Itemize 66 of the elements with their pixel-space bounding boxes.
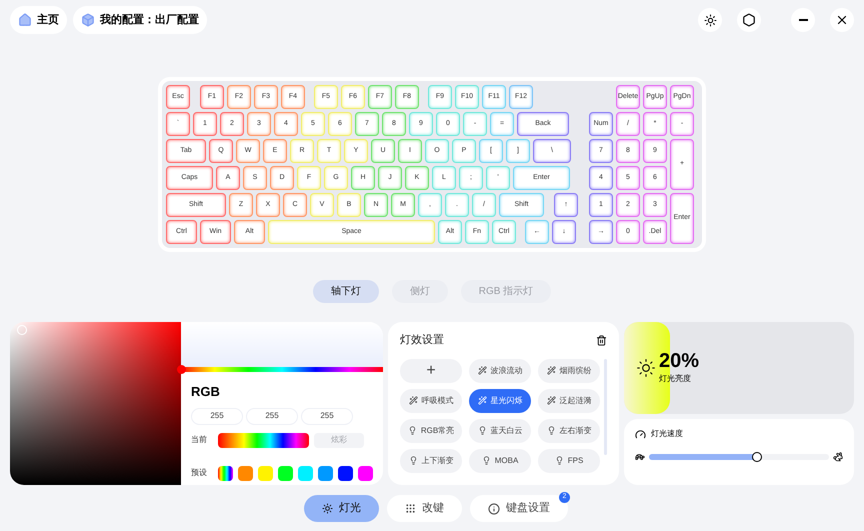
profile-button[interactable]: 我的配置：出厂配置 xyxy=(73,6,207,34)
picker-handle[interactable] xyxy=(17,325,27,335)
minimize-button[interactable] xyxy=(791,8,815,32)
effect-button[interactable]: + xyxy=(400,358,462,382)
settings-button[interactable] xyxy=(737,8,761,32)
minimize-icon xyxy=(798,19,808,21)
wand-icon xyxy=(478,396,486,405)
effect-button[interactable]: 烟雨缤纷 xyxy=(538,358,600,382)
bulb-icon xyxy=(478,426,486,435)
presets-label: 预设 xyxy=(191,467,208,479)
rabbit-icon xyxy=(833,452,843,462)
sun-icon xyxy=(704,14,716,26)
color-swatch[interactable] xyxy=(278,466,293,480)
settings-icon xyxy=(742,13,756,27)
wand-icon xyxy=(408,396,418,405)
bulb-icon xyxy=(482,456,491,465)
nav-tab[interactable]: 灯光 xyxy=(304,495,379,522)
speed-track[interactable] xyxy=(649,454,829,460)
effect-button[interactable]: 泛起涟漪 xyxy=(538,388,600,412)
color-mode-label: RGB xyxy=(191,383,221,401)
bulb-icon xyxy=(546,426,556,435)
grid-icon xyxy=(405,503,416,514)
effect-button[interactable]: 波浪流动 xyxy=(469,358,531,382)
effect-button[interactable]: 左右渐变 xyxy=(538,418,600,442)
effects-title: 灯效设置 xyxy=(400,333,444,348)
turtle-icon xyxy=(635,452,645,462)
close-icon xyxy=(835,13,849,27)
gauge-icon xyxy=(635,428,646,440)
effect-button[interactable]: FPS xyxy=(538,448,600,472)
rainbow-swatch[interactable] xyxy=(218,466,233,480)
saturation-area[interactable] xyxy=(10,322,181,485)
effect-button[interactable]: MOBA xyxy=(469,448,531,472)
cube-icon xyxy=(81,13,95,27)
trash-icon[interactable] xyxy=(596,334,607,346)
color-swatch[interactable] xyxy=(338,466,353,480)
home-icon xyxy=(18,13,32,27)
effect-button[interactable]: 呼吸模式 xyxy=(400,388,462,412)
brightness-button[interactable] xyxy=(698,8,722,32)
info-icon xyxy=(488,502,500,514)
home-button[interactable]: 主页 xyxy=(10,6,67,34)
wand-icon xyxy=(546,366,556,375)
speed-label: 灯光速度 xyxy=(651,428,683,440)
rgb-input[interactable]: 255 xyxy=(301,408,353,424)
rgb-input[interactable]: 255 xyxy=(246,408,298,424)
bulb-icon xyxy=(408,456,418,465)
rgb-input[interactable]: 255 xyxy=(191,408,243,424)
effect-button[interactable]: 上下渐变 xyxy=(400,448,462,472)
color-swatch[interactable] xyxy=(298,466,313,480)
effect-button[interactable]: RGB常亮 xyxy=(400,418,462,442)
effect-button[interactable]: 蓝天白云 xyxy=(469,418,531,442)
light-icon xyxy=(322,503,333,514)
color-swatch[interactable] xyxy=(258,466,273,480)
close-button[interactable] xyxy=(830,8,854,32)
color-swatch[interactable] xyxy=(238,466,253,480)
wand-icon xyxy=(478,366,486,375)
light-tab[interactable]: 轴下灯 xyxy=(312,280,379,303)
sun-icon xyxy=(636,358,656,378)
color-swatch[interactable] xyxy=(358,466,373,480)
bulb-icon xyxy=(408,426,417,435)
current-label: 当前 xyxy=(191,434,208,446)
bulb-icon xyxy=(554,456,564,465)
wand-icon xyxy=(546,396,556,405)
effect-button[interactable]: 星光闪烁 xyxy=(469,388,531,412)
speed-thumb[interactable] xyxy=(752,452,762,462)
nav-tab[interactable]: 改键 xyxy=(387,495,462,522)
color-swatch[interactable] xyxy=(318,466,333,480)
